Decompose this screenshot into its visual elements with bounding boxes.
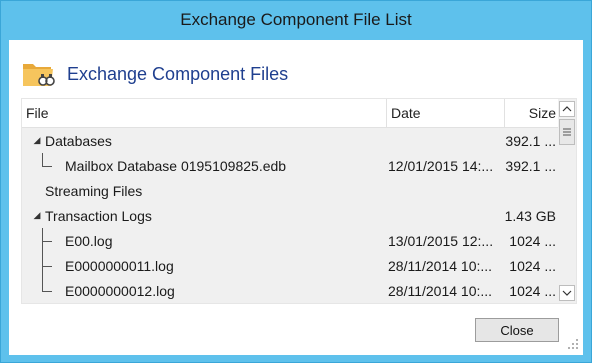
row-name: Streaming Files (45, 182, 143, 199)
row-date: 12/01/2015 14:... (388, 157, 494, 174)
resize-grip-icon[interactable] (565, 336, 579, 350)
tree-row[interactable]: ◢ Databases 392.1 ... (22, 128, 558, 153)
column-header-file[interactable]: File (22, 99, 386, 127)
file-rows: ◢ Databases 392.1 ... Mailbox Database 0195… (22, 128, 558, 303)
header-title: Exchange Component Files (67, 63, 289, 84)
row-size: 1024 ... (509, 232, 556, 249)
row-size (504, 178, 556, 203)
chevron-down-icon (562, 290, 572, 296)
row-size: 1024 ... (509, 257, 556, 274)
vertical-scrollbar[interactable] (558, 99, 576, 303)
row-name: Mailbox Database 0195109825.edb (65, 157, 287, 174)
dialog-header: Exchange Component Files (21, 54, 421, 94)
tree-row[interactable]: E0000000011.log 28/11/2014 10:... 1024 ... (22, 253, 558, 278)
row-name: E00.log (65, 232, 113, 249)
row-date (388, 203, 502, 228)
row-name: E0000000012.log (65, 282, 175, 299)
column-header-size[interactable]: Size (504, 99, 558, 127)
column-header-row: File Date Size (22, 99, 558, 128)
row-name: Databases (45, 132, 112, 149)
scroll-down-button[interactable] (559, 285, 575, 301)
row-name: E0000000011.log (65, 257, 174, 274)
grip-icon (563, 128, 571, 136)
row-size: 392.1 ... (505, 157, 556, 174)
tree-row[interactable]: E0000000012.log 28/11/2014 10:... 1024 ... (22, 278, 558, 303)
folder-search-icon (21, 56, 57, 92)
row-name: Transaction Logs (45, 207, 152, 224)
tree-row[interactable]: Streaming Files (22, 178, 558, 203)
title-bar[interactable]: Exchange Component File List (1, 1, 591, 39)
column-header-date[interactable]: Date (386, 99, 504, 127)
row-size: 1.43 GB (504, 207, 556, 224)
tree-row[interactable]: Mailbox Database 0195109825.edb 12/01/201… (22, 153, 558, 178)
dialog-window: Exchange Component File List Exchange Co… (0, 0, 592, 363)
row-date (388, 128, 502, 153)
dialog-content: Exchange Component Files File Date Size … (9, 40, 583, 355)
window-title: Exchange Component File List (180, 10, 412, 29)
row-date: 28/11/2014 10:... (388, 282, 493, 299)
row-size: 392.1 ... (505, 132, 556, 149)
scroll-up-button[interactable] (559, 101, 575, 117)
tree-row[interactable]: ◢ Transaction Logs 1.43 GB (22, 203, 558, 228)
close-button[interactable]: Close (475, 318, 559, 342)
chevron-up-icon (562, 106, 572, 112)
row-date (388, 178, 502, 203)
file-list-grid[interactable]: File Date Size ◢ Databases 392.1 ... Mailbo… (21, 98, 577, 304)
row-date: 28/11/2014 10:... (388, 257, 493, 274)
row-size: 1024 ... (509, 282, 556, 299)
tree-row[interactable]: E00.log 13/01/2015 12:... 1024 ... (22, 228, 558, 253)
scroll-thumb[interactable] (559, 119, 575, 145)
row-date: 13/01/2015 12:... (388, 232, 494, 249)
